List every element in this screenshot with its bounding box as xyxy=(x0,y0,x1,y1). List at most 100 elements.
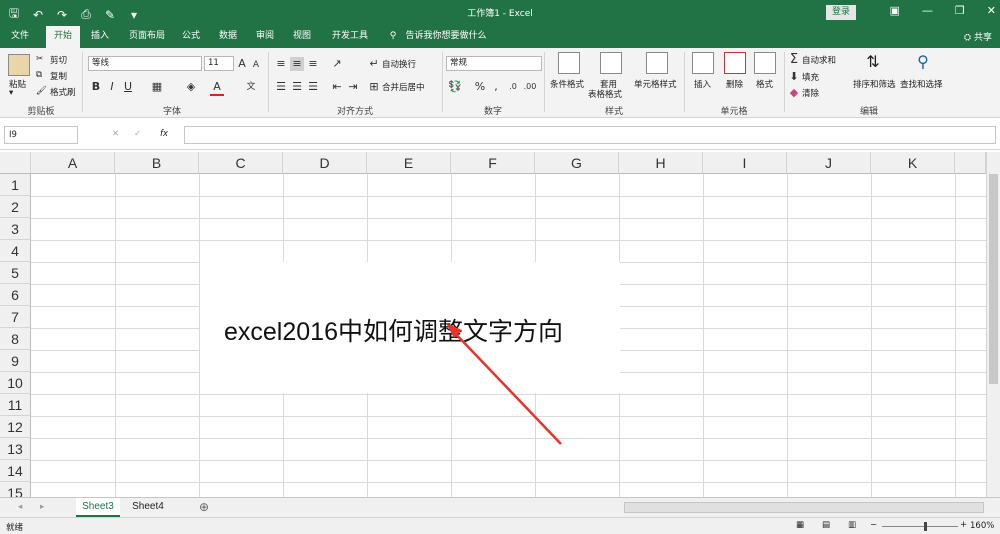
eraser-icon[interactable]: ◆ xyxy=(788,86,800,100)
tab-view[interactable]: 视图 xyxy=(287,26,317,48)
decrease-decimal-icon[interactable]: .00 xyxy=(522,80,538,94)
format-painter-button[interactable]: 格式刷 xyxy=(50,86,76,98)
find-select-icon[interactable]: ⚲ xyxy=(912,52,934,74)
insert-cells-icon[interactable] xyxy=(692,52,714,74)
tab-file[interactable]: 文件 xyxy=(4,26,36,48)
increase-font-icon[interactable]: A xyxy=(236,57,248,71)
align-left-icon[interactable]: ☰ xyxy=(274,80,288,94)
tab-page-layout[interactable]: 页面布局 xyxy=(122,26,172,48)
autosum-icon[interactable]: Σ xyxy=(788,53,800,67)
increase-indent-icon[interactable]: ⇥ xyxy=(346,80,360,94)
orientation-icon[interactable]: ↗ xyxy=(330,57,344,71)
merge-center-button[interactable]: 合并后居中 xyxy=(382,81,425,93)
add-sheet-icon[interactable]: ⊕ xyxy=(199,500,209,514)
cell-style-icon[interactable] xyxy=(646,52,668,74)
fill-button[interactable]: 填充 xyxy=(802,71,819,83)
bold-icon[interactable]: B xyxy=(90,80,102,94)
page-break-icon[interactable]: ▥ xyxy=(848,520,856,530)
conditional-format-icon[interactable] xyxy=(558,52,580,74)
close-icon[interactable]: ✕ xyxy=(987,4,996,17)
zoom-slider[interactable] xyxy=(882,526,958,527)
paste-icon[interactable] xyxy=(8,54,30,76)
arrow-annotation xyxy=(446,323,562,445)
copy-icon[interactable]: ⧉ xyxy=(36,70,42,80)
prev-sheet-icon[interactable]: ◂ xyxy=(18,502,22,512)
enter-icon[interactable]: ✓ xyxy=(134,129,141,139)
fill-down-icon[interactable]: ⬇ xyxy=(788,70,800,84)
font-size-select[interactable]: 11 xyxy=(204,56,234,71)
tab-formulas[interactable]: 公式 xyxy=(176,26,206,48)
fill-color-icon[interactable]: ◈ xyxy=(184,80,198,94)
italic-icon[interactable]: I xyxy=(106,80,118,94)
zoom-in-icon[interactable]: + xyxy=(960,520,967,530)
sheet-tab-sheet4[interactable]: Sheet4 xyxy=(126,498,170,517)
tab-data[interactable]: 数据 xyxy=(213,26,243,48)
insert-cells-button[interactable]: 插入 xyxy=(694,78,711,90)
align-bottom-icon[interactable]: ≡ xyxy=(306,57,320,71)
zoom-level[interactable]: 160% xyxy=(970,521,994,531)
font-name-select[interactable]: 等线 xyxy=(88,56,202,71)
cut-button[interactable]: 剪切 xyxy=(50,54,67,66)
format-painter-icon[interactable]: 🖌 xyxy=(36,86,47,96)
vertical-scrollbar[interactable] xyxy=(986,152,1000,497)
cancel-icon[interactable]: ✕ xyxy=(112,129,119,139)
align-middle-icon[interactable]: ≡ xyxy=(290,57,304,71)
phonetic-icon[interactable]: 文 xyxy=(244,80,258,94)
tab-home[interactable]: 开始 xyxy=(46,26,80,48)
merge-icon[interactable]: ⊞ xyxy=(368,80,380,94)
zoom-slider-thumb[interactable] xyxy=(924,522,927,531)
cut-icon[interactable]: ✂ xyxy=(36,54,43,64)
sheet-tab-sheet3[interactable]: Sheet3 xyxy=(76,498,120,517)
page-layout-icon[interactable]: ▤ xyxy=(822,520,830,530)
format-cells-button[interactable]: 格式 xyxy=(756,78,773,90)
restore-icon[interactable]: ❐ xyxy=(955,4,965,17)
percent-icon[interactable]: % xyxy=(474,80,486,94)
login-button[interactable]: 登录 xyxy=(826,5,856,20)
clear-button[interactable]: 清除 xyxy=(802,87,819,99)
decrease-indent-icon[interactable]: ⇤ xyxy=(330,80,344,94)
table-format-icon[interactable] xyxy=(600,52,622,74)
formula-input[interactable] xyxy=(184,126,996,144)
delete-cells-button[interactable]: 删除 xyxy=(726,78,743,90)
group-divider xyxy=(442,52,443,112)
normal-view-icon[interactable]: ▦ xyxy=(796,520,804,530)
find-select-button[interactable]: 查找和选择 xyxy=(900,78,943,90)
paste-dropdown-icon[interactable]: ▾ xyxy=(9,88,13,98)
copy-button[interactable]: 复制 xyxy=(50,70,67,82)
comma-icon[interactable]: , xyxy=(490,80,502,94)
align-top-icon[interactable]: ≡ xyxy=(274,57,288,71)
insert-function-icon[interactable]: fx xyxy=(160,129,168,139)
sort-filter-button[interactable]: 排序和筛选 xyxy=(853,78,896,90)
conditional-format-button[interactable]: 条件格式 xyxy=(550,78,584,90)
vertical-scroll-thumb[interactable] xyxy=(989,174,998,384)
minimize-icon[interactable]: — xyxy=(922,4,933,17)
name-box[interactable]: I9 xyxy=(4,126,78,144)
tab-developer[interactable]: 开发工具 xyxy=(327,26,373,48)
cell-style-button[interactable]: 单元格样式 xyxy=(634,78,677,90)
border-icon[interactable]: ▦ xyxy=(150,80,164,94)
delete-cells-icon[interactable] xyxy=(724,52,746,74)
tell-me-input[interactable]: 告诉我你想要做什么 xyxy=(400,26,492,48)
wrap-text-icon[interactable]: ↵ xyxy=(368,57,380,71)
font-color-icon[interactable]: A xyxy=(210,80,224,96)
tab-review[interactable]: 审阅 xyxy=(250,26,280,48)
next-sheet-icon[interactable]: ▸ xyxy=(40,502,44,512)
decrease-font-icon[interactable]: A xyxy=(250,58,262,72)
horizontal-scrollbar[interactable] xyxy=(624,502,984,513)
share-button[interactable]: ⛭ 共享 xyxy=(964,30,992,43)
align-right-icon[interactable]: ☰ xyxy=(306,80,320,94)
number-format-select[interactable]: 常规 xyxy=(446,56,542,71)
format-cells-icon[interactable] xyxy=(754,52,776,74)
autosum-button[interactable]: 自动求和 xyxy=(802,54,836,66)
zoom-out-icon[interactable]: − xyxy=(870,520,877,530)
underline-icon[interactable]: U xyxy=(122,80,134,94)
ribbon-display-icon[interactable]: ▣ xyxy=(890,4,900,17)
wrap-text-button[interactable]: 自动换行 xyxy=(382,58,416,70)
currency-icon[interactable]: 💱 xyxy=(448,80,462,94)
worksheet-grid[interactable]: A B C D E F G H I J K 1 2 3 4 5 6 7 8 9 … xyxy=(0,152,1000,497)
sort-filter-icon[interactable]: ⇅ xyxy=(862,52,884,74)
table-format-button[interactable]: 表格格式 xyxy=(588,88,622,100)
increase-decimal-icon[interactable]: .0 xyxy=(506,80,520,94)
align-center-icon[interactable]: ☰ xyxy=(290,80,304,94)
tab-insert[interactable]: 插入 xyxy=(84,26,116,48)
